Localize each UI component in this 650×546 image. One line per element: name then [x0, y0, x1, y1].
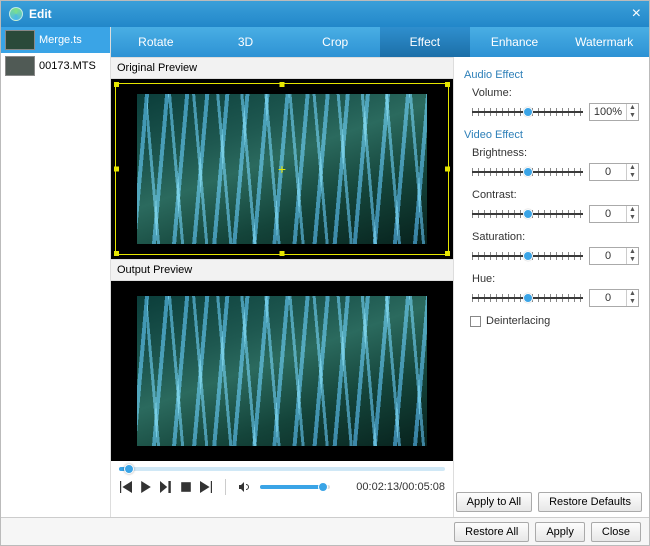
apply-button[interactable]: Apply: [535, 522, 585, 542]
spinner-down-icon[interactable]: ▼: [627, 256, 638, 264]
apply-to-all-button[interactable]: Apply to All: [456, 492, 532, 512]
window-title: Edit: [29, 7, 52, 21]
volume-value-box[interactable]: 100% ▲▼: [589, 103, 639, 121]
seek-bar[interactable]: [111, 461, 453, 473]
spinner-up-icon[interactable]: ▲: [627, 164, 638, 172]
tab-bar: Rotate 3D Crop Effect Enhance Watermark: [111, 27, 649, 57]
file-item-00173[interactable]: 00173.MTS: [1, 53, 110, 79]
spinner-down-icon[interactable]: ▼: [627, 112, 638, 120]
file-item-merge[interactable]: Merge.ts: [1, 27, 110, 53]
tab-rotate[interactable]: Rotate: [111, 27, 201, 57]
tab-effect[interactable]: Effect: [380, 27, 470, 57]
video-effect-heading: Video Effect: [464, 129, 639, 141]
contrast-value-box[interactable]: 0 ▲▼: [589, 205, 639, 223]
saturation-slider[interactable]: [472, 250, 583, 262]
original-preview[interactable]: +: [111, 79, 453, 259]
audio-effect-heading: Audio Effect: [464, 69, 639, 81]
volume-slider[interactable]: [260, 485, 330, 489]
app-icon: [9, 7, 23, 21]
volume-effect-slider[interactable]: [472, 106, 583, 118]
hue-slider[interactable]: [472, 292, 583, 304]
spinner-down-icon[interactable]: ▼: [627, 214, 638, 222]
close-icon[interactable]: ×: [632, 7, 641, 21]
prev-button[interactable]: [119, 480, 133, 494]
tab-watermark[interactable]: Watermark: [559, 27, 649, 57]
spinner-down-icon[interactable]: ▼: [627, 298, 638, 306]
tab-3d[interactable]: 3D: [201, 27, 291, 57]
output-preview: [111, 281, 453, 461]
spinner-down-icon[interactable]: ▼: [627, 172, 638, 180]
spinner-up-icon[interactable]: ▲: [627, 206, 638, 214]
file-label: 00173.MTS: [39, 60, 96, 72]
brightness-label: Brightness:: [464, 147, 639, 159]
deinterlacing-label: Deinterlacing: [486, 315, 550, 327]
file-sidebar: Merge.ts 00173.MTS: [1, 27, 111, 517]
next-frame-button[interactable]: [159, 480, 173, 494]
preview-column: Original Preview + Output: [111, 57, 454, 517]
contrast-slider[interactable]: [472, 208, 583, 220]
spinner-up-icon[interactable]: ▲: [627, 248, 638, 256]
tab-enhance[interactable]: Enhance: [470, 27, 560, 57]
file-label: Merge.ts: [39, 34, 82, 46]
saturation-label: Saturation:: [464, 231, 639, 243]
brightness-slider[interactable]: [472, 166, 583, 178]
spinner-up-icon[interactable]: ▲: [627, 290, 638, 298]
tab-crop[interactable]: Crop: [290, 27, 380, 57]
effects-panel: Audio Effect Volume: 100% ▲▼ Video Effec…: [454, 57, 649, 517]
time-display: 00:02:13/00:05:08: [356, 481, 445, 493]
footer: Restore All Apply Close: [1, 517, 649, 545]
next-button[interactable]: [199, 480, 213, 494]
hue-value-box[interactable]: 0 ▲▼: [589, 289, 639, 307]
file-thumb: [5, 30, 35, 50]
playback-controls: 00:02:13/00:05:08: [111, 473, 453, 499]
restore-defaults-button[interactable]: Restore Defaults: [538, 492, 642, 512]
contrast-label: Contrast:: [464, 189, 639, 201]
hue-label: Hue:: [464, 273, 639, 285]
output-preview-label: Output Preview: [111, 259, 453, 281]
volume-icon[interactable]: [238, 480, 252, 494]
titlebar: Edit ×: [1, 1, 649, 27]
restore-all-button[interactable]: Restore All: [454, 522, 529, 542]
spinner-up-icon[interactable]: ▲: [627, 104, 638, 112]
stop-button[interactable]: [179, 480, 193, 494]
deinterlacing-checkbox[interactable]: [470, 316, 481, 327]
close-button[interactable]: Close: [591, 522, 641, 542]
original-preview-label: Original Preview: [111, 57, 453, 79]
file-thumb: [5, 56, 35, 76]
brightness-value-box[interactable]: 0 ▲▼: [589, 163, 639, 181]
play-button[interactable]: [139, 480, 153, 494]
saturation-value-box[interactable]: 0 ▲▼: [589, 247, 639, 265]
volume-label: Volume:: [464, 87, 639, 99]
